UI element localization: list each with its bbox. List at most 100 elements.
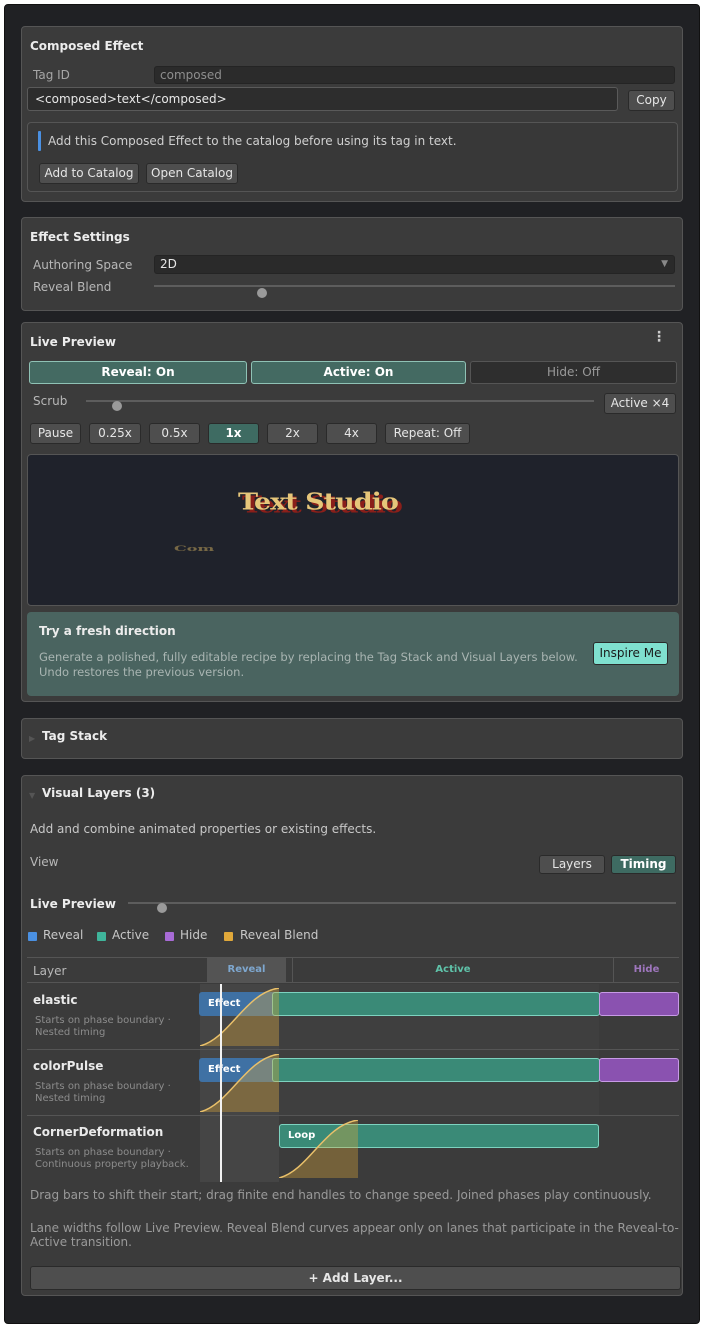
lane-desc-line1: Starts on phase boundary · xyxy=(35,1015,171,1026)
tag-stack-panel[interactable]: ▶ Tag Stack xyxy=(21,718,683,759)
inspire-body-line1: Generate a polished, fully editable reci… xyxy=(39,650,578,664)
lane-desc-line1: Starts on phase boundary · xyxy=(35,1081,171,1092)
collapse-arrow-icon[interactable]: ▼ xyxy=(29,791,35,800)
speed-button-2x[interactable]: 2x xyxy=(267,423,318,444)
scrub-slider[interactable] xyxy=(86,400,594,402)
view-timing-button[interactable]: Timing xyxy=(611,855,676,874)
bar-label: Loop xyxy=(288,1130,316,1141)
speed-button-0-25x[interactable]: 0.25x xyxy=(89,423,141,444)
effect-settings-panel: Effect Settings Authoring Space 2D ▼ Rev… xyxy=(21,217,683,311)
speed-button-4x[interactable]: 4x xyxy=(326,423,377,444)
preview-text: Text Studio xyxy=(238,489,399,516)
lane-colorpulse: colorPulse Starts on phase boundary · Ne… xyxy=(27,1050,679,1116)
reveal-blend-slider-handle[interactable] xyxy=(257,288,267,298)
lane-desc-line2: Nested timing xyxy=(35,1093,106,1104)
legend-reveal-blend-label: Reveal Blend xyxy=(240,928,319,942)
bar-label: Effect xyxy=(208,998,241,1009)
panel-title: Visual Layers (3) xyxy=(42,786,156,800)
column-hide-header: Hide xyxy=(633,964,660,975)
live-preview-panel: Live Preview ⋮ Reveal: On Active: On Hid… xyxy=(21,322,683,702)
add-layer-button[interactable]: + Add Layer... xyxy=(30,1266,681,1290)
inspire-body-line2: Undo restores the previous version. xyxy=(39,665,245,679)
active-count-badge[interactable]: Active ×4 xyxy=(604,393,676,414)
hide-bar[interactable] xyxy=(599,992,679,1016)
pause-button[interactable]: Pause xyxy=(30,423,81,444)
speed-button-0-5x[interactable]: 0.5x xyxy=(149,423,200,444)
tag-id-label: Tag ID xyxy=(33,68,70,82)
timeline-help-text: Drag bars to shift their start; drag fin… xyxy=(30,1188,652,1202)
lane-elastic: elastic Starts on phase boundary · Neste… xyxy=(27,984,679,1050)
inspire-title: Try a fresh direction xyxy=(39,624,176,638)
scrub-label: Scrub xyxy=(33,394,68,408)
reveal-blend-label: Reveal Blend xyxy=(33,280,112,294)
column-layer-header: Layer xyxy=(33,964,67,978)
preview-text-secondary: Com xyxy=(174,544,215,553)
info-text: Add this Composed Effect to the catalog … xyxy=(48,134,457,148)
authoring-space-label: Authoring Space xyxy=(33,258,133,272)
more-options-icon[interactable]: ⋮ xyxy=(652,328,666,346)
repeat-toggle[interactable]: Repeat: Off xyxy=(385,423,470,444)
preview-canvas: Text Studio Text Studio Com xyxy=(27,454,679,606)
add-to-catalog-button[interactable]: Add to Catalog xyxy=(39,163,139,184)
panel-title: Composed Effect xyxy=(30,39,144,53)
visual-layers-panel: ▼ Visual Layers (3) Add and combine anim… xyxy=(21,775,683,1296)
reveal-blend-curve xyxy=(278,1119,359,1179)
lane-desc-line1: Starts on phase boundary · xyxy=(35,1147,171,1158)
lane-cornerdeformation: CornerDeformation Starts on phase bounda… xyxy=(27,1116,679,1182)
timeline-header: Layer Reveal Active Hide xyxy=(27,958,679,983)
visual-layers-description: Add and combine animated properties or e… xyxy=(30,822,377,836)
tag-id-field[interactable]: composed xyxy=(154,66,675,84)
lane-desc-line2: Nested timing xyxy=(35,1027,106,1038)
speed-button-1x[interactable]: 1x xyxy=(208,423,259,444)
lane-widths-help-line2: Active transition. xyxy=(30,1235,132,1249)
panel-title: Live Preview xyxy=(30,335,116,349)
authoring-space-value: 2D xyxy=(160,257,177,271)
scrub-slider-handle[interactable] xyxy=(112,401,122,411)
view-layers-button[interactable]: Layers xyxy=(539,855,605,874)
legend-reveal-swatch xyxy=(28,932,37,941)
timeline-live-preview-slider[interactable] xyxy=(128,902,676,904)
panel-title: Tag Stack xyxy=(42,729,108,743)
composed-effect-panel: Composed Effect Tag ID composed <compose… xyxy=(21,26,683,202)
timeline-live-preview-handle[interactable] xyxy=(157,903,167,913)
open-catalog-button[interactable]: Open Catalog xyxy=(146,163,238,184)
lane-desc-line2: Continuous property playback. xyxy=(35,1159,189,1170)
timeline: Layer Reveal Active Hide elastic Starts … xyxy=(27,957,679,1182)
expand-arrow-icon[interactable]: ▶ xyxy=(29,734,35,743)
hide-bar[interactable] xyxy=(599,1058,679,1082)
reveal-blend-curve xyxy=(199,987,280,1047)
active-bar[interactable] xyxy=(272,992,600,1016)
timeline-live-preview-label: Live Preview xyxy=(30,897,116,911)
lane-name: CornerDeformation xyxy=(33,1125,164,1139)
inspire-me-button[interactable]: Inspire Me xyxy=(593,642,668,665)
column-reveal-header: Reveal xyxy=(207,958,286,982)
chevron-down-icon: ▼ xyxy=(661,259,668,269)
active-bar[interactable] xyxy=(272,1058,600,1082)
playhead[interactable] xyxy=(220,984,222,1182)
inspire-box: Try a fresh direction Generate a polishe… xyxy=(27,612,679,696)
catalog-info-box: Add this Composed Effect to the catalog … xyxy=(27,122,678,192)
copy-button[interactable]: Copy xyxy=(628,90,675,111)
inspector-window: Composed Effect Tag ID composed <compose… xyxy=(4,4,700,1324)
legend-reveal-blend-swatch xyxy=(224,932,233,941)
bar-label: Effect xyxy=(208,1064,241,1075)
legend-hide-swatch xyxy=(165,932,174,941)
legend-hide-label: Hide xyxy=(180,928,208,942)
legend-reveal-label: Reveal xyxy=(43,928,84,942)
lane-name: elastic xyxy=(33,993,78,1007)
panel-title: Effect Settings xyxy=(30,230,130,244)
column-active-header: Active xyxy=(292,958,614,982)
legend-active-label: Active xyxy=(112,928,150,942)
lane-widths-help-line1: Lane widths follow Live Preview. Reveal … xyxy=(30,1221,679,1235)
info-accent-bar xyxy=(38,131,41,151)
hide-toggle[interactable]: Hide: Off xyxy=(470,361,677,384)
reveal-blend-slider[interactable] xyxy=(154,285,675,287)
lane-name: colorPulse xyxy=(33,1059,104,1073)
active-toggle[interactable]: Active: On xyxy=(251,361,466,384)
reveal-toggle[interactable]: Reveal: On xyxy=(29,361,247,384)
tag-markup-field[interactable]: <composed>text</composed> xyxy=(27,87,618,111)
view-label: View xyxy=(30,855,59,869)
authoring-space-dropdown[interactable]: 2D ▼ xyxy=(154,255,675,274)
reveal-blend-curve xyxy=(199,1053,280,1113)
legend-active-swatch xyxy=(97,932,106,941)
